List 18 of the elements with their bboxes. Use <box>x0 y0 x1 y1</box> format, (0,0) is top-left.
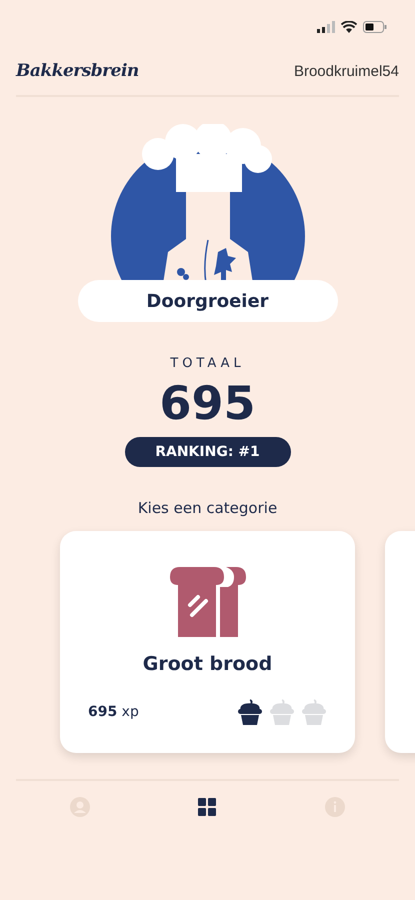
cupcake-icon <box>237 699 263 725</box>
grid-icon[interactable] <box>198 797 216 817</box>
category-prompt: Kies een categorie <box>136 499 278 517</box>
total-label: TOTAAL <box>170 356 245 371</box>
category-name: Groot brood <box>142 653 272 675</box>
cupcake-icon <box>269 699 295 725</box>
signal-icon <box>317 21 335 33</box>
bread-icon <box>168 567 248 637</box>
category-card[interactable]: Groot brood 695 xp <box>60 531 355 753</box>
level-title: Doorgroeier <box>78 280 338 322</box>
wifi-icon <box>341 21 357 33</box>
app-logo: Bakkersbrein <box>16 61 139 81</box>
total-score: 695 <box>159 375 256 431</box>
cupcake-icon <box>301 699 327 725</box>
username: Broodkruimel54 <box>294 62 399 80</box>
xp-score: 695 xp <box>88 704 139 720</box>
ranking-badge: RANKING: #1 <box>124 437 290 467</box>
battery-icon <box>363 21 387 33</box>
